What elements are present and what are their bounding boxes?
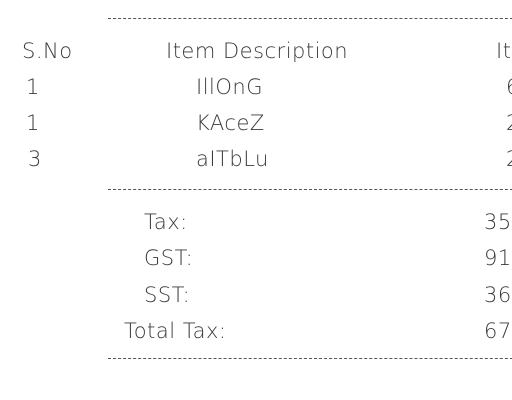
summary-label-total: Total Tax: — [124, 319, 227, 343]
divider-middle — [108, 189, 512, 190]
row-value: 2 — [506, 147, 512, 171]
row-sno: 1 — [26, 75, 40, 99]
summary-value: 35 — [484, 210, 512, 234]
row-description: KAceZ — [196, 111, 265, 135]
row-value: 2 — [506, 111, 512, 135]
row-sno: 3 — [28, 147, 42, 171]
header-item-col: It — [496, 39, 512, 63]
summary-label: Tax: — [144, 210, 188, 234]
summary-value: 91. — [484, 246, 512, 270]
header-item-description: Item Description — [166, 39, 349, 63]
row-description: IllOnG — [196, 75, 263, 99]
row-description: aITbLu — [196, 147, 269, 171]
summary-value: 36 — [484, 283, 512, 307]
divider-top — [108, 18, 512, 19]
divider-bottom — [108, 358, 512, 359]
summary-label: GST: — [144, 246, 194, 270]
row-sno: 1 — [26, 111, 40, 135]
summary-label: SST: — [144, 283, 191, 307]
header-sno: S.No — [22, 39, 73, 63]
summary-value-total: 67 — [484, 319, 512, 343]
row-value: 6 — [506, 75, 512, 99]
